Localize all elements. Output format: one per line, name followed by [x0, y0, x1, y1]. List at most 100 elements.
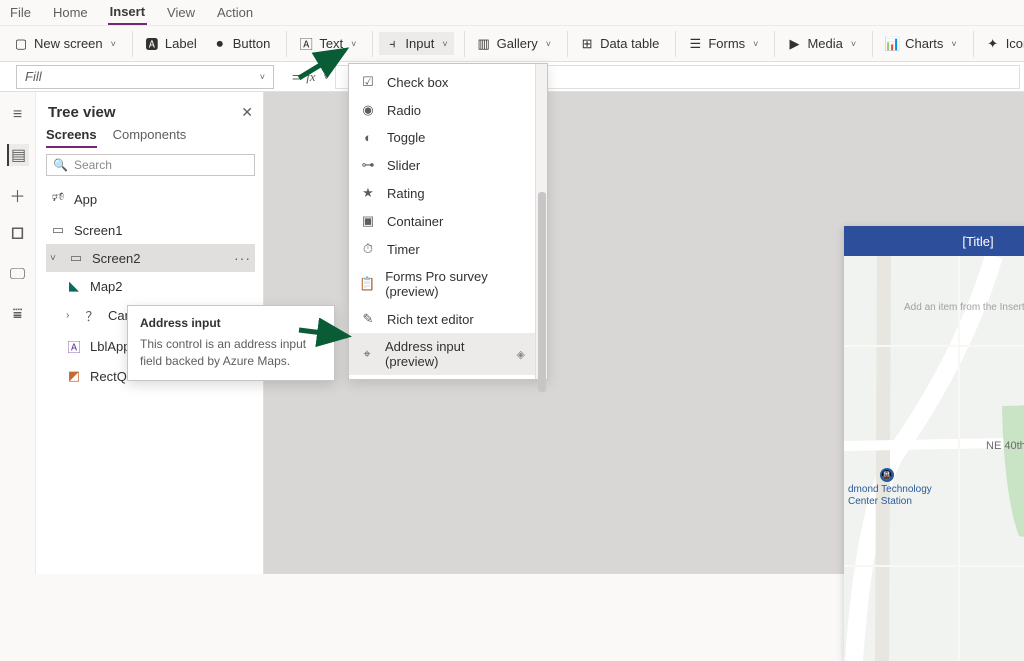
tree-item-label: Map2: [90, 279, 123, 294]
new-screen-button[interactable]: ▢ New screen ˅: [8, 32, 122, 55]
close-icon[interactable]: ✕: [241, 104, 253, 121]
dropdown-item-label: Container: [387, 214, 443, 229]
chevron-down-icon: ˅: [546, 39, 551, 49]
rail-tree-view[interactable]: ▤: [7, 144, 29, 166]
map-placeholder-text: Add an item from the Insert pane: [904, 302, 1024, 313]
dropdown-item-address-input[interactable]: ⌖ Address input (preview) ◈: [349, 333, 535, 375]
forms-button[interactable]: ☰ Forms ˅: [682, 32, 764, 55]
toggle-icon: ◐: [359, 130, 377, 145]
screen-icon: ▭: [68, 250, 84, 266]
dropdown-scrollbar[interactable]: [535, 64, 547, 379]
tree-item-app[interactable]: 🕫 App: [46, 182, 255, 216]
menu-home[interactable]: Home: [51, 1, 90, 24]
dropdown-item-label: Radio: [387, 103, 421, 118]
property-label: Fill: [25, 69, 42, 84]
chevron-down-icon: ˅: [951, 39, 956, 49]
input-icon: ⫞: [385, 37, 399, 51]
ribbon-toolbar: ▢ New screen ˅ 🅰 Label ⏺ Button 🄰 Text ˅…: [0, 26, 1024, 62]
new-screen-icon: ▢: [14, 37, 28, 51]
dropdown-item-label: Address input (preview): [385, 339, 507, 369]
label-btn-label: Label: [165, 36, 197, 51]
dropdown-item-label: Slider: [387, 158, 420, 173]
icons-button[interactable]: ✦ Icons ˅: [980, 32, 1024, 55]
dropdown-item-label: Toggle: [387, 130, 425, 145]
tree-view-title: Tree view: [48, 104, 116, 121]
input-button[interactable]: ⫞ Input ˅: [379, 32, 453, 55]
rail-advanced[interactable]: ⩸: [7, 304, 29, 326]
dropdown-item-radio[interactable]: ◉ Radio: [349, 96, 535, 124]
tree-item-screen1[interactable]: ▭ Screen1: [46, 216, 255, 244]
dropdown-item-rating[interactable]: ★Rating: [349, 179, 535, 207]
dropdown-item-toggle[interactable]: ◐ Toggle: [349, 124, 535, 151]
checkbox-icon: ☑: [359, 74, 377, 90]
screen-icon: ▭: [50, 222, 66, 238]
media-button[interactable]: ▶ Media ˅: [781, 32, 862, 55]
tree-item-label: Screen2: [92, 251, 140, 266]
chevron-down-icon: ˅: [111, 39, 116, 49]
address-input-icon: ⌖: [359, 346, 375, 362]
more-options-icon[interactable]: ···: [234, 250, 251, 266]
richtext-icon: ✎: [359, 311, 377, 327]
phone-title: [Title]: [962, 234, 993, 249]
map-icon: ◣: [66, 278, 82, 294]
chevron-down-icon[interactable]: ˅: [50, 253, 60, 264]
premium-icon: ◈: [517, 348, 525, 361]
app-icon: 🕫: [50, 188, 66, 210]
dropdown-item-slider[interactable]: ⊶ Slider: [349, 151, 535, 179]
label-icon: 🄰: [66, 337, 82, 356]
forms-icon: ☰: [688, 37, 702, 51]
label-button[interactable]: 🅰 Label: [139, 32, 203, 55]
property-dropdown[interactable]: Fill ˅: [16, 65, 274, 89]
dropdown-item-checkbox[interactable]: ☑Check box: [349, 68, 535, 96]
media-btn-label: Media: [807, 36, 842, 51]
chevron-down-icon: ˅: [851, 39, 856, 49]
dropdown-item-timer[interactable]: ⏱Timer: [349, 235, 535, 263]
tree-item-screen2[interactable]: ˅ ▭ Screen2 ···: [46, 244, 255, 272]
menu-insert[interactable]: Insert: [108, 0, 147, 25]
chevron-right-icon[interactable]: ›: [66, 310, 76, 321]
dropdown-item-label: Rich text editor: [387, 312, 474, 327]
dropdown-item-forms-pro[interactable]: 📋Forms Pro survey (preview): [349, 263, 535, 305]
map-roads: [844, 256, 1024, 661]
tab-screens[interactable]: Screens: [46, 127, 97, 148]
rail-insert[interactable]: ＋: [7, 184, 29, 206]
tree-item-label: Screen1: [74, 223, 122, 238]
dropdown-item-label: Timer: [387, 242, 420, 257]
phone-preview: [Title] Add an item from the Insert pane…: [844, 226, 1024, 661]
gallery-button[interactable]: ▥ Gallery ˅: [471, 32, 557, 55]
label-icon: 🅰: [145, 37, 159, 51]
search-placeholder: Search: [74, 158, 112, 172]
rectangle-icon: ◩: [66, 368, 82, 384]
charts-icon: 📊: [885, 37, 899, 51]
charts-button[interactable]: 📊 Charts ˅: [879, 32, 963, 55]
button-icon: ⏺: [213, 37, 227, 51]
chevron-down-icon: ˅: [442, 39, 447, 49]
gallery-icon: ▥: [477, 37, 491, 51]
search-icon: 🔍: [53, 158, 68, 172]
data-table-btn-label: Data table: [600, 36, 659, 51]
dropdown-item-container[interactable]: ▣Container: [349, 207, 535, 235]
menu-action[interactable]: Action: [215, 1, 255, 24]
map-control[interactable]: Add an item from the Insert pane NE 40th…: [844, 256, 1024, 661]
dropdown-item-richtext[interactable]: ✎ Rich text editor: [349, 305, 535, 333]
icons-icon: ✦: [986, 37, 1000, 51]
rail-data[interactable]: 🞑: [7, 224, 29, 246]
forms-btn-label: Forms: [708, 36, 745, 51]
rail-media[interactable]: 🖵: [7, 264, 29, 286]
scrollbar-thumb[interactable]: [538, 192, 546, 392]
icons-btn-label: Icons: [1006, 36, 1024, 51]
new-screen-label: New screen: [34, 36, 103, 51]
data-table-button[interactable]: ⊞ Data table: [574, 32, 665, 55]
table-icon: ⊞: [580, 37, 594, 51]
menu-view[interactable]: View: [165, 1, 197, 24]
help-icon: ？: [84, 306, 100, 325]
tree-item-map2[interactable]: ◣ Map2: [46, 272, 255, 300]
button-button[interactable]: ⏺ Button: [207, 32, 277, 55]
left-rail: ≡ ▤ ＋ 🞑 🖵 ⩸: [0, 92, 36, 574]
tab-components[interactable]: Components: [113, 127, 187, 148]
radio-icon: ◉: [359, 102, 377, 118]
slider-icon: ⊶: [359, 157, 377, 173]
tree-search-input[interactable]: 🔍 Search: [46, 154, 255, 176]
menu-file[interactable]: File: [8, 1, 33, 24]
rail-hamburger[interactable]: ≡: [7, 104, 29, 126]
